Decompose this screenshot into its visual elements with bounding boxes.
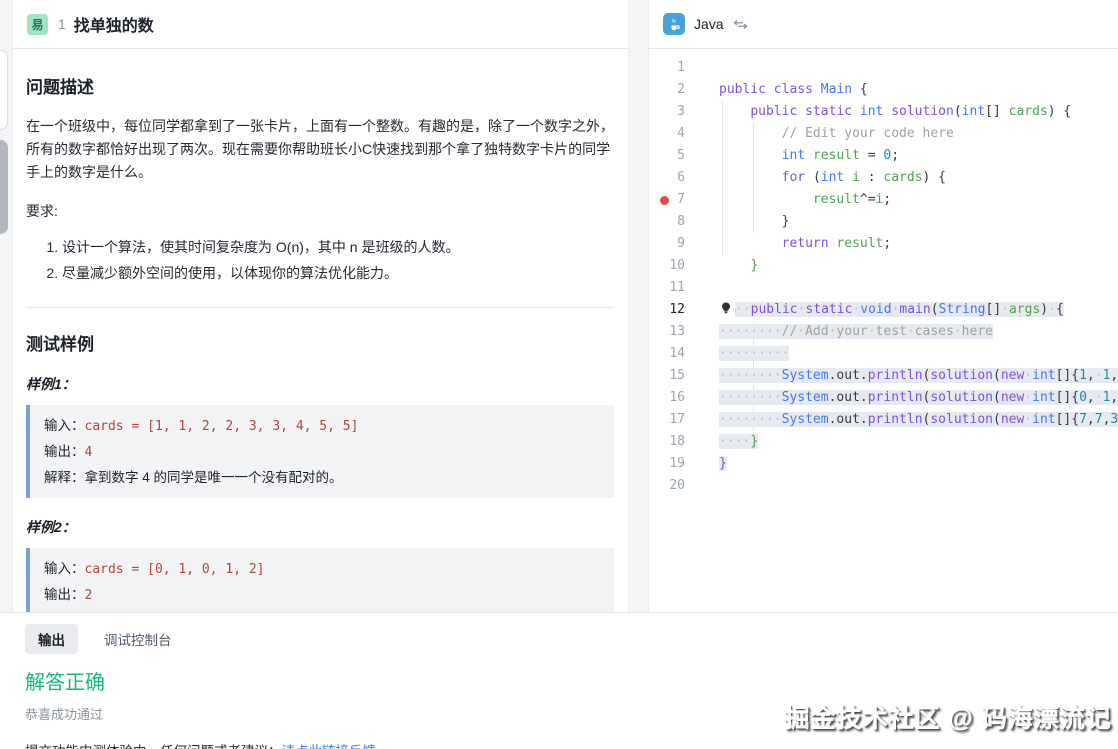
- output-code: 4: [85, 445, 93, 460]
- requirement-item: 设计一个算法，使其时间复杂度为 O(n)，其中 n 是班级的人数。: [62, 234, 614, 260]
- problem-content[interactable]: 问题描述 在一个班级中，每位同学都拿到了一张卡片，上面有一个整数。有趣的是，除了…: [13, 49, 628, 612]
- tab-output[interactable]: 输出: [25, 624, 78, 654]
- output-code: 2: [85, 588, 93, 603]
- input-label: 输入：: [44, 418, 85, 433]
- sample2-label: 样例2：: [26, 517, 614, 537]
- app-root: 易 1 找单独的数 问题描述 在一个班级中，每位同学都拿到了一张卡片，上面有一个…: [0, 0, 1118, 749]
- code-lines: 12public class Main {3 public static int…: [649, 57, 1118, 497]
- explain-text: 拿到数字 4 的同学是唯一一个没有配对的。: [85, 470, 343, 485]
- requirements-label: 要求:: [26, 200, 614, 223]
- sample2-block: 输入：cards = [0, 1, 0, 1, 2] 输出：2 解释：数字 2 …: [26, 548, 614, 612]
- requirement-item: 尽量减少额外空间的使用，以体现你的算法优化能力。: [62, 260, 614, 286]
- requirements-list: 设计一个算法，使其时间复杂度为 O(n)，其中 n 是班级的人数。 尽量减少额外…: [26, 234, 614, 286]
- code-editor[interactable]: 12public class Main {3 public static int…: [649, 49, 1118, 612]
- swap-language-icon[interactable]: [733, 18, 748, 31]
- watermark: 掘金技术社区 @ 码海漂流记: [785, 699, 1112, 735]
- output-label: 输出：: [44, 444, 85, 459]
- description-heading: 问题描述: [26, 73, 614, 98]
- input-code: cards = [0, 1, 0, 1, 2]: [85, 562, 265, 577]
- description-text: 在一个班级中，每位同学都拿到了一张卡片，上面有一个整数。有趣的是，除了一个数字之…: [26, 115, 614, 184]
- editor-header: Java: [649, 0, 1118, 49]
- output-label: 输出：: [44, 587, 85, 602]
- feedback-text: 提交功能内测体验中，任何问题或者建议：: [25, 744, 282, 749]
- samples-heading: 测试样例: [26, 330, 614, 355]
- result-title: 解答正确: [25, 666, 1093, 695]
- input-label: 输入：: [44, 561, 85, 576]
- sample1-label: 样例1：: [26, 374, 614, 394]
- tab-debug-console[interactable]: 调试控制台: [104, 629, 172, 649]
- sample1-block: 输入：cards = [1, 1, 2, 2, 3, 3, 4, 5, 5] 输…: [26, 405, 614, 498]
- feedback-row: 提交功能内测体验中，任何问题或者建议：请点此链接反馈: [25, 740, 1093, 749]
- java-icon: [663, 13, 685, 35]
- section-divider: [26, 307, 614, 308]
- input-code: cards = [1, 1, 2, 2, 3, 3, 4, 5, 5]: [85, 419, 359, 434]
- lightbulb-icon[interactable]: [719, 301, 735, 315]
- language-label: Java: [694, 16, 724, 32]
- problem-number: 1: [58, 16, 66, 32]
- editor-panel: Java 12public class Main {3 public stati…: [648, 0, 1118, 613]
- problem-panel: 易 1 找单独的数 问题描述 在一个班级中，每位同学都拿到了一张卡片，上面有一个…: [12, 0, 629, 613]
- problem-header: 易 1 找单独的数: [13, 0, 628, 49]
- output-tabs: 输出 调试控制台: [25, 624, 1093, 654]
- problem-title: 找单独的数: [74, 12, 154, 36]
- left-edge-scroll-handle[interactable]: [0, 140, 8, 234]
- difficulty-badge: 易: [27, 14, 48, 35]
- breakpoint-icon[interactable]: [660, 196, 669, 205]
- left-edge-handle-top[interactable]: [0, 50, 8, 130]
- explain-label: 解释：: [44, 470, 85, 485]
- feedback-link[interactable]: 请点此链接反馈: [282, 744, 377, 749]
